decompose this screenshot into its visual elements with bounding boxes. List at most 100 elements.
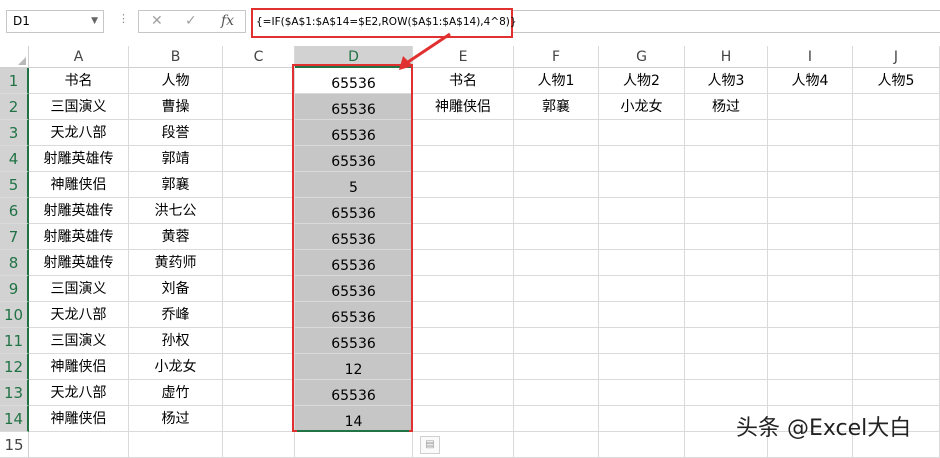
- cell-i12[interactable]: [768, 354, 853, 380]
- cell-e8[interactable]: [413, 250, 514, 276]
- cell-d6[interactable]: 65536: [295, 198, 413, 224]
- cell-g4[interactable]: [599, 146, 685, 172]
- cell-d5[interactable]: 5: [295, 172, 413, 198]
- drag-handle-icon[interactable]: ⋮: [118, 12, 129, 25]
- cell-g11[interactable]: [599, 328, 685, 354]
- cell-d7[interactable]: 65536: [295, 224, 413, 250]
- cell-c14[interactable]: [223, 406, 295, 432]
- cell-h4[interactable]: [685, 146, 768, 172]
- cell-h3[interactable]: [685, 120, 768, 146]
- cancel-icon[interactable]: ✕: [151, 11, 163, 32]
- cell-a9[interactable]: 三国演义: [29, 276, 129, 302]
- cell-j3[interactable]: [853, 120, 940, 146]
- row-header-1[interactable]: 1: [0, 68, 29, 94]
- column-header-b[interactable]: B: [129, 46, 223, 68]
- cell-h1[interactable]: 人物3: [685, 68, 768, 94]
- cell-f10[interactable]: [514, 302, 599, 328]
- cell-a11[interactable]: 三国演义: [29, 328, 129, 354]
- enter-icon[interactable]: ✓: [185, 11, 197, 32]
- cell-g3[interactable]: [599, 120, 685, 146]
- cell-h7[interactable]: [685, 224, 768, 250]
- cell-j10[interactable]: [853, 302, 940, 328]
- cell-g13[interactable]: [599, 380, 685, 406]
- column-header-h[interactable]: H: [685, 46, 768, 68]
- row-header-4[interactable]: 4: [0, 146, 29, 172]
- cell-c10[interactable]: [223, 302, 295, 328]
- row-header-15[interactable]: 15: [0, 432, 29, 458]
- cell-c4[interactable]: [223, 146, 295, 172]
- column-header-j[interactable]: J: [853, 46, 940, 68]
- cell-b8[interactable]: 黄药师: [129, 250, 223, 276]
- cell-h6[interactable]: [685, 198, 768, 224]
- cell-i6[interactable]: [768, 198, 853, 224]
- cell-a10[interactable]: 天龙八部: [29, 302, 129, 328]
- cell-f9[interactable]: [514, 276, 599, 302]
- dropdown-icon[interactable]: ▼: [91, 11, 98, 32]
- cell-e10[interactable]: [413, 302, 514, 328]
- cell-a4[interactable]: 射雕英雄传: [29, 146, 129, 172]
- row-header-7[interactable]: 7: [0, 224, 29, 250]
- row-header-14[interactable]: 14: [0, 406, 29, 432]
- fx-icon[interactable]: fx: [221, 11, 234, 32]
- cell-h10[interactable]: [685, 302, 768, 328]
- column-header-d[interactable]: D: [295, 46, 413, 68]
- cell-f12[interactable]: [514, 354, 599, 380]
- row-header-10[interactable]: 10: [0, 302, 29, 328]
- cell-h12[interactable]: [685, 354, 768, 380]
- cell-i13[interactable]: [768, 380, 853, 406]
- cell-h9[interactable]: [685, 276, 768, 302]
- cell-g14[interactable]: [599, 406, 685, 432]
- cell-b4[interactable]: 郭靖: [129, 146, 223, 172]
- cell-a7[interactable]: 射雕英雄传: [29, 224, 129, 250]
- cell-f14[interactable]: [514, 406, 599, 432]
- column-header-a[interactable]: A: [29, 46, 129, 68]
- column-header-g[interactable]: G: [599, 46, 685, 68]
- cell-a6[interactable]: 射雕英雄传: [29, 198, 129, 224]
- cell-c15[interactable]: [223, 432, 295, 458]
- cell-i8[interactable]: [768, 250, 853, 276]
- cell-i3[interactable]: [768, 120, 853, 146]
- cell-e12[interactable]: [413, 354, 514, 380]
- cell-i1[interactable]: 人物4: [768, 68, 853, 94]
- cell-b6[interactable]: 洪七公: [129, 198, 223, 224]
- cell-b2[interactable]: 曹操: [129, 94, 223, 120]
- cell-e2[interactable]: 神雕侠侣: [413, 94, 514, 120]
- cell-d11[interactable]: 65536: [295, 328, 413, 354]
- cell-d13[interactable]: 65536: [295, 380, 413, 406]
- name-box[interactable]: D1 ▼: [6, 10, 104, 33]
- cell-e6[interactable]: [413, 198, 514, 224]
- cell-i11[interactable]: [768, 328, 853, 354]
- cell-d10[interactable]: 65536: [295, 302, 413, 328]
- cell-b3[interactable]: 段誉: [129, 120, 223, 146]
- cell-d3[interactable]: 65536: [295, 120, 413, 146]
- cell-d9[interactable]: 65536: [295, 276, 413, 302]
- cell-d1[interactable]: 65536: [295, 68, 413, 94]
- cell-c1[interactable]: [223, 68, 295, 94]
- cell-g5[interactable]: [599, 172, 685, 198]
- cell-b15[interactable]: [129, 432, 223, 458]
- cell-b5[interactable]: 郭襄: [129, 172, 223, 198]
- cell-f13[interactable]: [514, 380, 599, 406]
- cell-j13[interactable]: [853, 380, 940, 406]
- cell-j4[interactable]: [853, 146, 940, 172]
- cell-f15[interactable]: [514, 432, 599, 458]
- cell-c2[interactable]: [223, 94, 295, 120]
- cell-i7[interactable]: [768, 224, 853, 250]
- column-header-c[interactable]: C: [223, 46, 295, 68]
- row-header-6[interactable]: 6: [0, 198, 29, 224]
- cell-h2[interactable]: 杨过: [685, 94, 768, 120]
- cell-a5[interactable]: 神雕侠侣: [29, 172, 129, 198]
- cell-h8[interactable]: [685, 250, 768, 276]
- cell-d12[interactable]: 12: [295, 354, 413, 380]
- cell-g2[interactable]: 小龙女: [599, 94, 685, 120]
- cell-c6[interactable]: [223, 198, 295, 224]
- cell-e7[interactable]: [413, 224, 514, 250]
- row-header-5[interactable]: 5: [0, 172, 29, 198]
- cell-b1[interactable]: 人物: [129, 68, 223, 94]
- cell-a15[interactable]: [29, 432, 129, 458]
- formula-input-extension[interactable]: [513, 10, 940, 33]
- formula-input[interactable]: {=IF($A$1:$A$14=$E2,ROW($A$1:$A$14),4^8)…: [251, 8, 517, 38]
- cell-a13[interactable]: 天龙八部: [29, 380, 129, 406]
- cell-c9[interactable]: [223, 276, 295, 302]
- cell-g1[interactable]: 人物2: [599, 68, 685, 94]
